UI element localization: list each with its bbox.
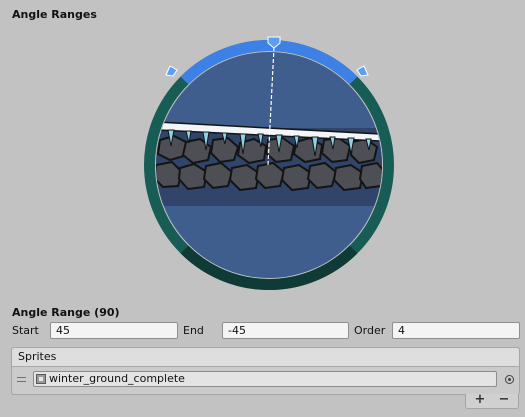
sprites-header: Sprites — [12, 348, 519, 367]
range-end-handle[interactable] — [356, 65, 369, 77]
drag-handle-icon[interactable] — [17, 377, 26, 382]
end-field[interactable]: -45 — [222, 322, 349, 339]
object-picker-icon[interactable] — [505, 375, 514, 384]
start-label: Start — [12, 324, 39, 337]
order-label: Order — [354, 324, 386, 337]
sprite-object-field[interactable]: winter_ground_complete — [33, 371, 497, 387]
start-field[interactable]: 45 — [50, 322, 178, 339]
range-start-handle[interactable] — [165, 65, 178, 77]
sprite-name: winter_ground_complete — [49, 372, 185, 385]
remove-button[interactable]: − — [497, 393, 511, 407]
order-field[interactable]: 4 — [392, 322, 520, 339]
list-footer: + − — [465, 393, 519, 409]
list-item[interactable]: winter_ground_complete — [12, 367, 519, 395]
angle-range-title: Angle Range (90) — [12, 306, 120, 319]
add-button[interactable]: + — [473, 393, 487, 407]
sprite-icon — [36, 374, 46, 384]
sprites-list: Sprites winter_ground_complete — [11, 347, 520, 395]
end-label: End — [183, 324, 204, 337]
angle-range-editor[interactable] — [0, 0, 525, 300]
